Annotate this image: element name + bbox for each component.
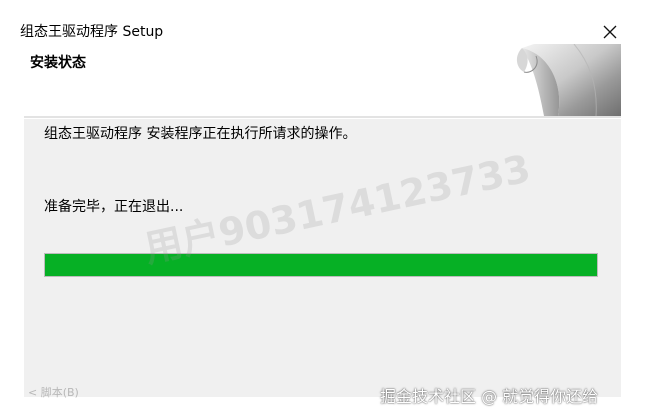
progress-bar <box>44 253 598 277</box>
progress-fill <box>45 254 597 276</box>
page-curl-icon <box>494 44 621 116</box>
window-title: 组态王驱动程序 Setup <box>20 24 164 40</box>
content-area: 组态王驱动程序 安装程序正在执行所请求的操作。 准备完毕，正在退出... < 脚… <box>24 119 621 399</box>
close-button[interactable] <box>596 20 624 44</box>
installer-screenshot: 组态王驱动程序 Setup 安装状态 组态王驱动程序 安装程序正在执行所请求的操… <box>0 0 645 417</box>
close-icon <box>603 25 617 39</box>
credit-watermark: 掘金技术社区 @ 就觉得你还给 <box>380 387 599 406</box>
title-bar[interactable]: 组态王驱动程序 Setup <box>0 0 645 44</box>
detail-text: 准备完毕，正在退出... <box>44 199 184 215</box>
header-panel: 安装状态 <box>24 44 621 116</box>
header-title: 安装状态 <box>30 55 86 71</box>
faint-footer-text: < 脚本(B) <box>28 386 79 399</box>
status-text: 组态王驱动程序 安装程序正在执行所请求的操作。 <box>44 126 357 142</box>
